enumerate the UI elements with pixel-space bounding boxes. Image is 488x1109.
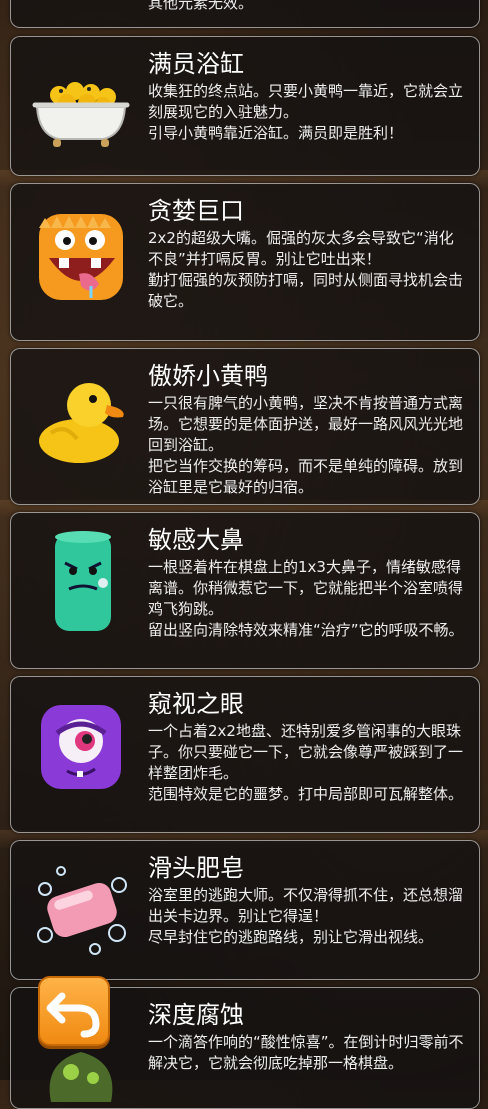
card-title: 贪婪巨口 xyxy=(148,197,244,225)
card-peeping-eye[interactable]: 窥视之眼 一个占着2x2地盘、还特别爱多管闲事的大眼珠子。你只要碰它一下，它就会… xyxy=(10,676,480,833)
card-description-line: 尽早封住它的逃跑路线，别让它滑出视线。 xyxy=(148,928,434,946)
card-description-line: 浴室里的逃跑大师。不仅滑得抓不住，还总想溜出关卡边界。别让它得逞！ xyxy=(148,886,464,925)
card-greedy-mouth[interactable]: 贪婪巨口 2x2的超级大嘴。倔强的灰太多会导致它“消化不良”并打嗝反胃。别让它吐… xyxy=(10,183,480,341)
card-description-line: 范围特效是它的噩梦。打中局部即可瓦解整体。 xyxy=(148,785,464,803)
card-description-line: 一个占着2x2地盘、还特别爱多管闲事的大眼珠子。你只要碰它一下，它就会像尊严被踩… xyxy=(148,722,464,782)
back-arrow-icon xyxy=(46,992,100,1038)
card-description-line: 把它当作交换的筹码，而不是单纯的障碍。放到浴缸里是它最好的归宿。 xyxy=(148,457,464,496)
card-slippery-soap[interactable]: 滑头肥皂 浴室里的逃跑大师。不仅滑得抓不住，还总想溜出关卡边界。别让它得逞！ 尽… xyxy=(10,840,480,980)
card-title: 深度腐蚀 xyxy=(148,1001,244,1029)
bathtub-ducks-icon xyxy=(31,55,131,155)
card-title: 窥视之眼 xyxy=(148,690,244,718)
card-description-line: 勤打倔强的灰预防打嗝，同时从侧面寻找机会击破它。 xyxy=(148,271,464,310)
card-full-bathtub[interactable]: 满员浴缸 收集狂的终点站。只要小黄鸭一靠近，它就会立刻展现它的入驻魅力。 引导小… xyxy=(10,36,480,176)
card-description-line: 引导小黄鸭靠近浴缸。满员即是胜利！ xyxy=(148,124,404,142)
card-title: 傲娇小黄鸭 xyxy=(148,362,268,390)
card-partial-top: 其他元素无效。 xyxy=(10,0,480,28)
card-description: 一个占着2x2地盘、还特别爱多管闲事的大眼珠子。你只要碰它一下，它就会像尊严被踩… xyxy=(148,721,465,805)
back-button[interactable] xyxy=(38,976,110,1046)
card-description-line: 2x2的超级大嘴。倔强的灰太多会导致它“消化不良”并打嗝反胃。别让它吐出来！ xyxy=(148,229,454,268)
soap-bubbles-icon xyxy=(31,859,131,959)
greedy-mouth-monster-icon xyxy=(31,208,131,308)
card-description: 浴室里的逃跑大师。不仅滑得抓不住，还总想溜出关卡边界。别让它得逞！ 尽早封住它的… xyxy=(148,885,465,948)
card-description-line: 一根竖着杵在棋盘上的1x3大鼻子，情绪敏感得离谱。你稍微惹它一下，它就能把半个浴… xyxy=(148,558,464,618)
card-description: 一根竖着杵在棋盘上的1x3大鼻子，情绪敏感得离谱。你稍微惹它一下，它就能把半个浴… xyxy=(148,557,465,641)
card-description: 收集狂的终点站。只要小黄鸭一靠近，它就会立刻展现它的入驻魅力。 引导小黄鸭靠近浴… xyxy=(148,81,465,144)
card-title: 满员浴缸 xyxy=(148,50,244,78)
card-description: 其他元素无效。 xyxy=(148,0,254,12)
card-rubber-duck[interactable]: 傲娇小黄鸭 一只很有脾气的小黄鸭，坚决不肯按普通方式离场。它想要的是体面护送，最… xyxy=(10,348,480,505)
card-description: 一个滴答作响的“酸性惊喜”。在倒计时归零前不解决它，它就会彻底吃掉那一格棋盘。 xyxy=(148,1032,465,1074)
card-title: 敏感大鼻 xyxy=(148,526,244,554)
card-description-line: 一个滴答作响的“酸性惊喜”。在倒计时归零前不解决它，它就会彻底吃掉那一格棋盘。 xyxy=(148,1033,464,1072)
card-description-line: 一只很有脾气的小黄鸭，坚决不肯按普通方式离场。它想要的是体面护送，最好一路风风光… xyxy=(148,394,464,454)
card-description-line: 留出竖向清除特效来精准“治疗”它的呼吸不畅。 xyxy=(148,621,464,639)
purple-eye-monster-icon xyxy=(31,697,131,797)
green-nose-monster-icon xyxy=(31,527,131,637)
card-description-line: 收集狂的终点站。只要小黄鸭一靠近，它就会立刻展现它的入驻魅力。 xyxy=(148,82,464,121)
card-description: 2x2的超级大嘴。倔强的灰太多会导致它“消化不良”并打嗝反胃。别让它吐出来！ 勤… xyxy=(148,228,465,312)
rubber-duck-icon xyxy=(31,369,131,469)
card-title: 滑头肥皂 xyxy=(148,854,244,882)
card-sensitive-nose[interactable]: 敏感大鼻 一根竖着杵在棋盘上的1x3大鼻子，情绪敏感得离谱。你稍微惹它一下，它就… xyxy=(10,512,480,669)
card-description: 一只很有脾气的小黄鸭，坚决不肯按普通方式离场。它想要的是体面护送，最好一路风风光… xyxy=(148,393,465,498)
